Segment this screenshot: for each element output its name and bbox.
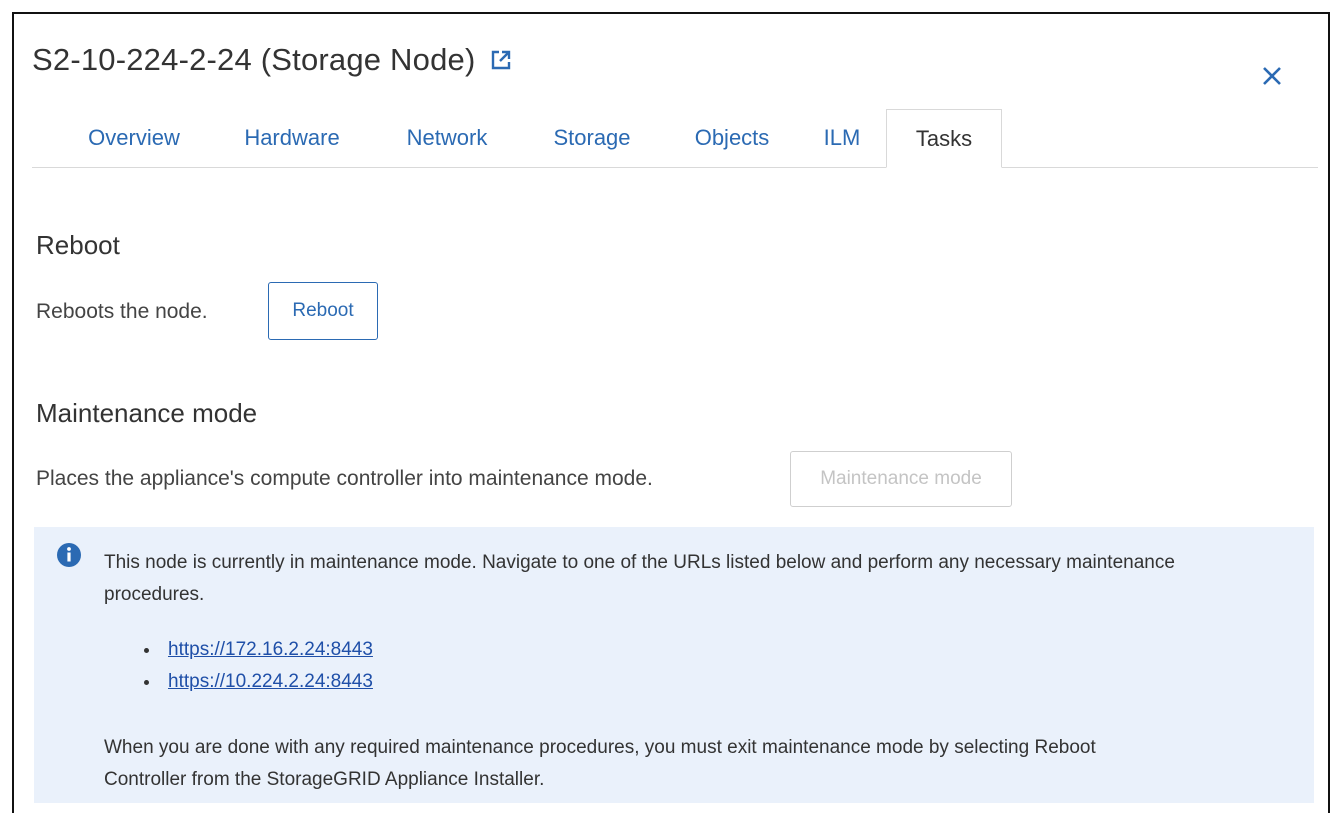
close-icon[interactable]: [1258, 62, 1286, 90]
storage-node-dialog: S2-10-224-2-24 (Storage Node) Overview H…: [12, 12, 1330, 813]
dialog-title-row: S2-10-224-2-24 (Storage Node): [32, 42, 512, 78]
tab-network[interactable]: Network: [392, 109, 502, 167]
maintenance-url-link[interactable]: https://10.224.2.24:8443: [168, 671, 373, 692]
reboot-button[interactable]: Reboot: [268, 282, 378, 340]
tab-bar: Overview Hardware Network Storage Object…: [32, 109, 1318, 168]
maintenance-mode-heading: Maintenance mode: [36, 398, 258, 428]
maintenance-mode-description: Places the appliance's compute controlle…: [36, 467, 653, 490]
tab-overview[interactable]: Overview: [74, 109, 194, 167]
dialog-title: S2-10-224-2-24 (Storage Node): [32, 42, 476, 77]
external-link-icon[interactable]: [490, 49, 512, 71]
info-message-line: procedures.: [104, 584, 205, 605]
info-message: This node is currently in maintenance mo…: [104, 547, 1304, 611]
maintenance-url-link[interactable]: https://172.16.2.24:8443: [168, 639, 373, 660]
tab-storage[interactable]: Storage: [542, 109, 642, 167]
info-footer: When you are done with any required main…: [104, 732, 1304, 796]
tab-tasks[interactable]: Tasks: [886, 109, 1002, 168]
tab-hardware[interactable]: Hardware: [232, 109, 352, 167]
reboot-heading: Reboot: [36, 230, 120, 260]
info-footer-line: Controller from the StorageGRID Applianc…: [104, 769, 545, 790]
tab-objects[interactable]: Objects: [682, 109, 782, 167]
info-icon: [56, 542, 82, 573]
info-message-line: This node is currently in maintenance mo…: [104, 552, 1175, 573]
tab-ilm[interactable]: ILM: [812, 109, 872, 167]
maintenance-mode-button: Maintenance mode: [790, 451, 1012, 507]
reboot-description: Reboots the node.: [36, 300, 208, 323]
list-item: https://10.224.2.24:8443: [144, 666, 373, 698]
list-item: https://172.16.2.24:8443: [144, 634, 373, 666]
maintenance-info-alert: This node is currently in maintenance mo…: [34, 527, 1314, 803]
info-footer-line: When you are done with any required main…: [104, 737, 1096, 758]
maintenance-url-list: https://172.16.2.24:8443 https://10.224.…: [144, 634, 373, 698]
